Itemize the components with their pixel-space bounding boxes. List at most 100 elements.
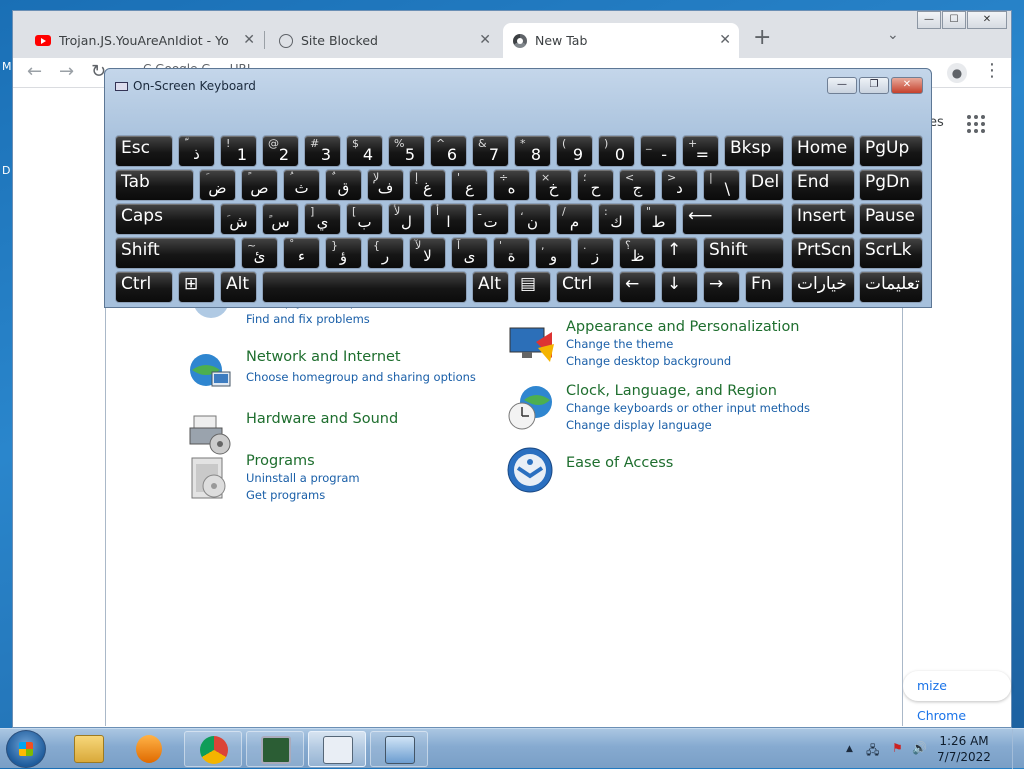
osk-key[interactable]: @2 xyxy=(262,135,299,167)
osk-key[interactable]: % 5 xyxy=(388,135,425,167)
hardware-heading-link[interactable]: Hardware and Sound xyxy=(246,410,398,428)
tray-overflow-icon[interactable]: ▲ xyxy=(846,744,853,754)
osk-key[interactable]: ِش xyxy=(220,203,257,235)
osk-key[interactable]: ÷ ه xyxy=(493,169,530,201)
osk-key[interactable]: إغ xyxy=(409,169,446,201)
network-heading-link[interactable]: Network and Internet xyxy=(246,348,476,366)
tab-new-tab[interactable]: New Tab ✕ xyxy=(503,23,739,58)
osk-key[interactable]: Ctrl xyxy=(115,271,173,303)
osk-key[interactable]: Shift xyxy=(115,237,236,269)
osk-key[interactable]: PgDn xyxy=(859,169,923,201)
osk-key[interactable]: Tab xyxy=(115,169,194,201)
start-button[interactable] xyxy=(6,730,46,768)
osk-key[interactable]: ، ن xyxy=(514,203,551,235)
ease-heading-link[interactable]: Ease of Access xyxy=(566,454,673,472)
osk-key[interactable]: & 7 xyxy=(472,135,509,167)
osk-key[interactable]: $4 xyxy=(346,135,383,167)
osk-key[interactable]: ↓ xyxy=(661,271,698,303)
osk-key[interactable]: ـت xyxy=(472,203,509,235)
osk-key[interactable]: * 8 xyxy=(514,135,551,167)
osk-key[interactable]: ؛ ح xyxy=(577,169,614,201)
osk-key[interactable]: Bksp xyxy=(724,135,784,167)
osk-minimize-button[interactable]: — xyxy=(827,77,857,94)
customize-chrome-button[interactable]: mize Chrome xyxy=(903,671,1011,723)
osk-key[interactable]: PgUp xyxy=(859,135,923,167)
osk-key[interactable]: ⟵ xyxy=(682,203,784,235)
osk-key[interactable]: (9 xyxy=(556,135,593,167)
osk-key[interactable]: ▤ xyxy=(514,271,551,303)
osk-key[interactable]: " ط xyxy=(640,203,677,235)
osk-key[interactable]: ⊞ xyxy=(178,271,215,303)
osk-key[interactable]: لآ لا xyxy=(409,237,446,269)
osk-key[interactable]: Home xyxy=(791,135,855,167)
clock-heading-link[interactable]: Clock, Language, and Region xyxy=(566,382,810,400)
osk-key[interactable]: > د xyxy=(661,169,698,201)
taskbar-task-manager[interactable] xyxy=(246,731,304,767)
osk-key[interactable]: PrtScn xyxy=(791,237,855,269)
osk-key[interactable]: Shift xyxy=(703,237,784,269)
osk-key[interactable]: Esc xyxy=(115,135,173,167)
osk-key[interactable]: ٍس xyxy=(262,203,299,235)
osk-key[interactable]: .ز xyxy=(577,237,614,269)
osk-key[interactable]: Pause xyxy=(859,203,923,235)
osk-key[interactable]: / م xyxy=(556,203,593,235)
osk-key[interactable]: ّذ xyxy=(178,135,215,167)
network-icon[interactable]: 🖧 xyxy=(866,741,879,762)
osk-key[interactable]: Alt xyxy=(220,271,257,303)
change-display-language-link[interactable]: Change display language xyxy=(566,417,810,434)
osk-close-button[interactable]: ✕ xyxy=(891,77,923,94)
programs-heading-link[interactable]: Programs xyxy=(246,452,360,470)
osk-key[interactable]: < ج xyxy=(619,169,656,201)
tab-close-icon[interactable]: ✕ xyxy=(479,32,491,48)
tab-search-icon[interactable]: ⌄ xyxy=(887,27,899,43)
osk-key[interactable]: ] ي xyxy=(304,203,341,235)
tab-site-blocked[interactable]: Site Blocked ✕ xyxy=(269,23,499,58)
osk-key[interactable]: َض xyxy=(199,169,236,201)
osk-key[interactable]: ' ع xyxy=(451,169,488,201)
profile-icon[interactable]: ● xyxy=(947,63,967,83)
taskbar-media-player[interactable] xyxy=(120,731,178,767)
action-center-flag-icon[interactable]: ⚑ xyxy=(892,741,903,755)
back-button[interactable]: ← xyxy=(27,61,42,82)
osk-key[interactable]: ^ 6 xyxy=(430,135,467,167)
osk-key[interactable]: ,و xyxy=(535,237,572,269)
osk-key[interactable]: #3 xyxy=(304,135,341,167)
change-theme-link[interactable]: Change the theme xyxy=(566,336,800,353)
osk-key[interactable]: Insert xyxy=(791,203,855,235)
new-tab-button[interactable]: + xyxy=(753,25,771,50)
osk-key[interactable]: End xyxy=(791,169,855,201)
osk-key[interactable]: ؟ ظ xyxy=(619,237,656,269)
change-keyboards-link[interactable]: Change keyboards or other input methods xyxy=(566,400,810,417)
osk-key[interactable]: أا xyxy=(430,203,467,235)
taskbar-osk[interactable] xyxy=(308,731,366,767)
osk-key[interactable]: ~ ئ xyxy=(241,237,278,269)
show-desktop-button[interactable] xyxy=(1012,729,1024,769)
osk-key[interactable]: ْء xyxy=(283,237,320,269)
change-background-link[interactable]: Change desktop background xyxy=(566,353,800,370)
osk-key[interactable]: آى xyxy=(451,237,488,269)
find-fix-problems-link[interactable]: Find and fix problems xyxy=(246,311,381,328)
osk-key[interactable]: ٌق xyxy=(325,169,362,201)
google-apps-icon[interactable] xyxy=(967,115,985,133)
osk-key[interactable]: {ر xyxy=(367,237,404,269)
osk-key[interactable]: ↑ xyxy=(661,237,698,269)
taskbar-chrome[interactable] xyxy=(184,731,242,767)
tab-youtube[interactable]: Trojan.JS.YouAreAnIdiot - YouTube ✕ xyxy=(25,23,263,58)
osk-key[interactable]: ) 0 xyxy=(598,135,635,167)
osk-key[interactable]: تعليمات xyxy=(859,271,923,303)
forward-button[interactable]: → xyxy=(59,61,74,82)
osk-key[interactable]: خيارات xyxy=(791,271,855,303)
osk-restore-button[interactable]: ❐ xyxy=(859,77,889,94)
taskbar-explorer[interactable] xyxy=(60,731,118,767)
minimize-button[interactable]: — xyxy=(917,11,941,29)
tab-close-icon[interactable]: ✕ xyxy=(243,32,255,48)
osk-key[interactable]: ُث xyxy=(283,169,320,201)
osk-key[interactable]: Alt xyxy=(472,271,509,303)
osk-key[interactable]: → xyxy=(703,271,740,303)
maximize-button[interactable]: ☐ xyxy=(942,11,966,29)
osk-key[interactable]: Del xyxy=(745,169,784,201)
osk-key[interactable]: لأ ل xyxy=(388,203,425,235)
appearance-heading-link[interactable]: Appearance and Personalization xyxy=(566,318,800,336)
get-programs-link[interactable]: Get programs xyxy=(246,487,360,504)
osk-key[interactable]: ← xyxy=(619,271,656,303)
